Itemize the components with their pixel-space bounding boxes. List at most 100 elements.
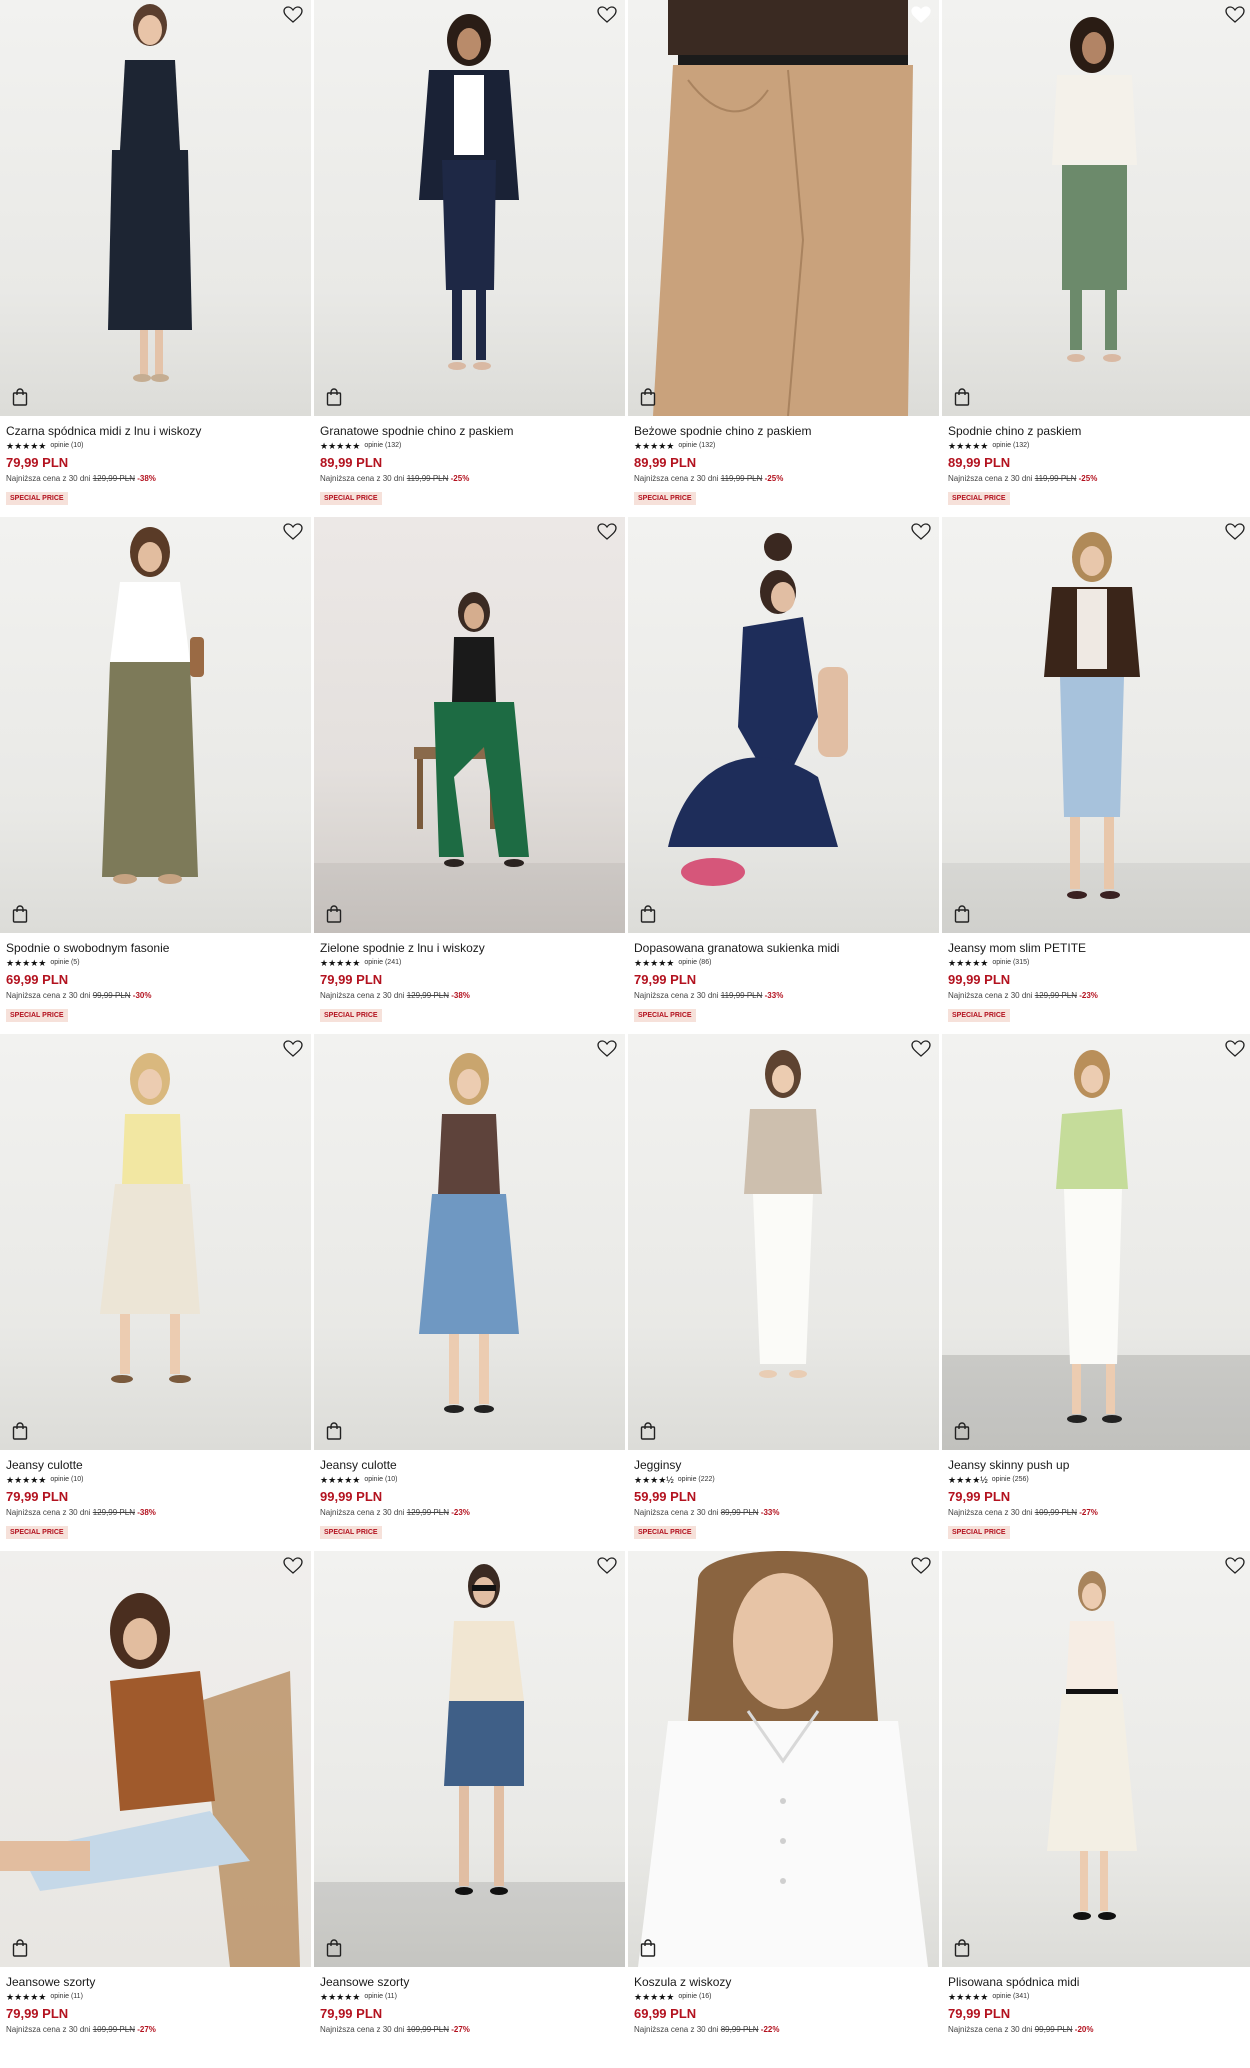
shopping-bag-icon[interactable]: [326, 1422, 342, 1440]
lowest-price-info: Najniższa cena z 30 dni 109,99 PLN -27%: [320, 2025, 619, 2035]
lowest-price-info: Najniższa cena z 30 dni 109,99 PLN -27%: [948, 1508, 1247, 1518]
product-card[interactable]: Jeansy mom slim PETITE ★★★★★ opinie (315)…: [942, 517, 1250, 1034]
product-image[interactable]: [942, 1034, 1250, 1450]
product-name[interactable]: Beżowe spodnie chino z paskiem: [634, 424, 933, 438]
product-name[interactable]: Spodnie chino z paskiem: [948, 424, 1247, 438]
heart-icon[interactable]: [283, 1557, 303, 1575]
product-image[interactable]: [0, 0, 311, 416]
product-image[interactable]: [314, 517, 625, 933]
product-name[interactable]: Jegginsy: [634, 1458, 933, 1472]
special-price-badge: SPECIAL PRICE: [6, 1009, 68, 1022]
model-photo: [653, 0, 913, 416]
product-card[interactable]: Granatowe spodnie chino z paskiem ★★★★★ o…: [314, 0, 625, 517]
product-image[interactable]: [314, 1034, 625, 1450]
product-image[interactable]: [628, 517, 939, 933]
product-image[interactable]: [942, 1551, 1250, 1967]
lowest-price-label: Najniższa cena z 30 dni: [634, 474, 719, 483]
shopping-bag-icon[interactable]: [326, 1939, 342, 1957]
shopping-bag-icon[interactable]: [640, 905, 656, 923]
shopping-bag-icon[interactable]: [640, 1939, 656, 1957]
product-image[interactable]: [628, 1034, 939, 1450]
product-name[interactable]: Jeansowe szorty: [6, 1975, 305, 1989]
shopping-bag-icon[interactable]: [640, 1422, 656, 1440]
discount-percent: -38%: [137, 1508, 156, 1517]
product-name[interactable]: Dopasowana granatowa sukienka midi: [634, 941, 933, 955]
product-card[interactable]: Jeansowe szorty ★★★★★ opinie (11) 79,99 P…: [314, 1551, 625, 2068]
product-card[interactable]: Jeansy culotte ★★★★★ opinie (10) 79,99 PL…: [0, 1034, 311, 1551]
heart-icon[interactable]: [911, 6, 931, 24]
product-price: 99,99 PLN: [948, 972, 1011, 987]
product-price: 79,99 PLN: [948, 1489, 1011, 1504]
heart-icon[interactable]: [1225, 6, 1245, 24]
heart-icon[interactable]: [597, 1040, 617, 1058]
product-image[interactable]: [0, 1551, 311, 1967]
product-image[interactable]: [942, 517, 1250, 933]
review-count: opinie (10): [50, 442, 84, 449]
heart-icon[interactable]: [597, 523, 617, 541]
product-card[interactable]: Czarna spódnica midi z lnu i wiskozy ★★★…: [0, 0, 311, 517]
product-card[interactable]: Spodnie o swobodnym fasonie ★★★★★ opinie …: [0, 517, 311, 1034]
rating: ★★★★★ opinie (10): [320, 1475, 619, 1485]
shopping-bag-icon[interactable]: [954, 388, 970, 406]
product-name[interactable]: Jeansowe szorty: [320, 1975, 619, 1989]
product-card[interactable]: Beżowe spodnie chino z paskiem ★★★★★ opin…: [628, 0, 939, 517]
heart-icon[interactable]: [911, 1040, 931, 1058]
shopping-bag-icon[interactable]: [954, 905, 970, 923]
discount-percent: -23%: [1079, 991, 1098, 1000]
product-card[interactable]: Jeansy skinny push up ★★★★½ opinie (256) …: [942, 1034, 1250, 1551]
heart-icon[interactable]: [1225, 1040, 1245, 1058]
shopping-bag-icon[interactable]: [326, 905, 342, 923]
old-price: 119,99 PLN: [1034, 474, 1077, 483]
product-name[interactable]: Granatowe spodnie chino z paskiem: [320, 424, 619, 438]
product-name[interactable]: Jeansy culotte: [320, 1458, 619, 1472]
shopping-bag-icon[interactable]: [954, 1939, 970, 1957]
product-card[interactable]: Jegginsy ★★★★½ opinie (222) 59,99 PLN Naj…: [628, 1034, 939, 1551]
shopping-bag-icon[interactable]: [12, 388, 28, 406]
heart-icon[interactable]: [283, 523, 303, 541]
product-name[interactable]: Jeansy skinny push up: [948, 1458, 1247, 1472]
star-icons: ★★★★★: [6, 1992, 47, 2002]
product-name[interactable]: Koszula z wiskozy: [634, 1975, 933, 1989]
product-card[interactable]: Plisowana spódnica midi ★★★★★ opinie (341…: [942, 1551, 1250, 2068]
product-card[interactable]: Spodnie chino z paskiem ★★★★★ opinie (132…: [942, 0, 1250, 517]
heart-icon[interactable]: [911, 1557, 931, 1575]
product-image[interactable]: [314, 1551, 625, 1967]
lowest-price-info: Najniższa cena z 30 dni 109,99 PLN -27%: [6, 2025, 305, 2035]
heart-icon[interactable]: [1225, 1557, 1245, 1575]
heart-icon[interactable]: [283, 1040, 303, 1058]
review-count: opinie (11): [50, 1993, 83, 2000]
special-price-badge: SPECIAL PRICE: [634, 492, 696, 505]
product-image[interactable]: [942, 0, 1250, 416]
shopping-bag-icon[interactable]: [12, 905, 28, 923]
heart-icon[interactable]: [1225, 523, 1245, 541]
shopping-bag-icon[interactable]: [12, 1422, 28, 1440]
product-card[interactable]: Jeansowe szorty ★★★★★ opinie (11) 79,99 P…: [0, 1551, 311, 2068]
heart-icon[interactable]: [911, 523, 931, 541]
review-count: opinie (10): [50, 1476, 84, 1483]
product-name[interactable]: Plisowana spódnica midi: [948, 1975, 1247, 1989]
product-card[interactable]: Jeansy culotte ★★★★★ opinie (10) 99,99 PL…: [314, 1034, 625, 1551]
shopping-bag-icon[interactable]: [326, 388, 342, 406]
product-info: Spodnie o swobodnym fasonie ★★★★★ opinie …: [0, 933, 311, 1022]
product-grid: Czarna spódnica midi z lnu i wiskozy ★★★…: [0, 0, 1250, 2068]
heart-icon[interactable]: [597, 1557, 617, 1575]
product-name[interactable]: Czarna spódnica midi z lnu i wiskozy: [6, 424, 305, 438]
product-name[interactable]: Jeansy mom slim PETITE: [948, 941, 1247, 955]
product-card[interactable]: Koszula z wiskozy ★★★★★ opinie (16) 69,99…: [628, 1551, 939, 2068]
product-card[interactable]: Zielone spodnie z lnu i wiskozy ★★★★★ opi…: [314, 517, 625, 1034]
product-card[interactable]: Dopasowana granatowa sukienka midi ★★★★★…: [628, 517, 939, 1034]
shopping-bag-icon[interactable]: [640, 388, 656, 406]
product-name[interactable]: Zielone spodnie z lnu i wiskozy: [320, 941, 619, 955]
product-image[interactable]: [628, 0, 939, 416]
shopping-bag-icon[interactable]: [12, 1939, 28, 1957]
product-name[interactable]: Spodnie o swobodnym fasonie: [6, 941, 305, 955]
shopping-bag-icon[interactable]: [954, 1422, 970, 1440]
heart-icon[interactable]: [597, 6, 617, 24]
heart-icon[interactable]: [283, 6, 303, 24]
product-name[interactable]: Jeansy culotte: [6, 1458, 305, 1472]
product-image[interactable]: [0, 1034, 311, 1450]
special-price-badge: SPECIAL PRICE: [320, 1526, 382, 1539]
product-image[interactable]: [628, 1551, 939, 1967]
product-image[interactable]: [314, 0, 625, 416]
product-image[interactable]: [0, 517, 311, 933]
